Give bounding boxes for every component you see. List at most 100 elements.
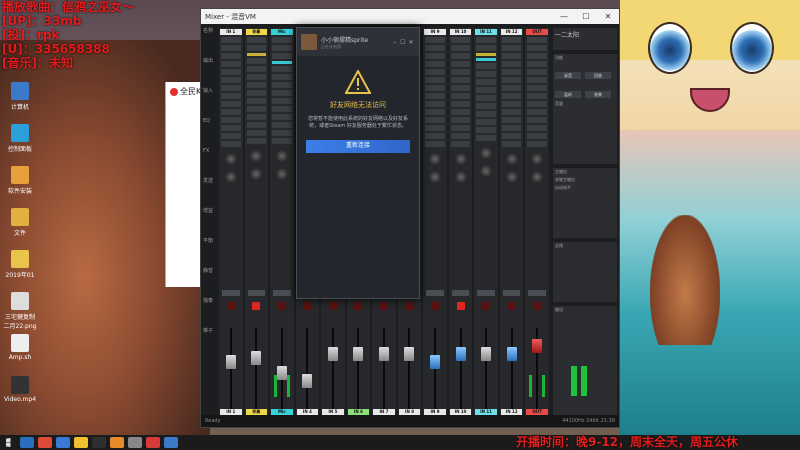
channel-slot[interactable] <box>221 117 241 123</box>
channel-slot[interactable] <box>501 117 522 123</box>
background-window[interactable]: 全民K <box>165 82 205 287</box>
channel-mute-button[interactable] <box>222 290 240 296</box>
channel-knob[interactable] <box>250 168 263 180</box>
taskbar-app-folder-icon[interactable] <box>74 437 88 448</box>
channel-fader[interactable] <box>302 373 313 388</box>
channel-slot[interactable] <box>450 77 471 83</box>
link-master-checkbox[interactable]: 关联主输出 <box>553 176 617 184</box>
channel-slot[interactable] <box>272 74 292 80</box>
taskbar-app-files-icon[interactable] <box>92 437 106 448</box>
channel-slot[interactable] <box>425 61 445 67</box>
maximize-button[interactable]: ☐ <box>575 12 597 21</box>
channel-slot[interactable] <box>246 82 267 88</box>
channel-slot[interactable] <box>450 101 471 107</box>
channel-slot[interactable] <box>425 85 445 91</box>
channel-slot[interactable] <box>246 130 267 136</box>
channel-slot[interactable] <box>272 82 292 88</box>
reconnect-button[interactable]: 重新连接 <box>306 140 410 153</box>
channel-knob[interactable] <box>480 165 493 177</box>
channel-mute-button[interactable] <box>426 290 444 296</box>
channel-mute-button[interactable] <box>528 290 546 296</box>
channel-slot[interactable] <box>476 95 496 101</box>
channel-slot[interactable] <box>476 37 496 43</box>
channel-slot[interactable] <box>501 37 522 43</box>
channel-name-label[interactable]: Mic <box>271 29 293 35</box>
channel-slot[interactable] <box>527 125 547 131</box>
steam-friends-dialog[interactable]: 小小宿摆精sprite 正在计由游 – ☐ ✕ 好友网络无法访问 您将暂不能使用… <box>296 27 420 299</box>
record-button[interactable]: 录音 <box>555 72 581 79</box>
channel-mute-button[interactable] <box>477 290 495 296</box>
channel-fader[interactable] <box>455 347 466 361</box>
channel-slot[interactable] <box>425 141 445 147</box>
channel-slot[interactable] <box>246 58 267 64</box>
channel-knob[interactable] <box>429 171 442 183</box>
channel-slot[interactable] <box>246 53 267 56</box>
channel-name-label[interactable]: IN 11 <box>475 29 497 35</box>
channel-slot[interactable] <box>450 125 471 131</box>
channel-knob[interactable] <box>454 153 467 165</box>
channel-slot[interactable] <box>527 45 547 51</box>
channel-slot[interactable] <box>221 85 241 91</box>
channel-record-button[interactable] <box>431 302 440 310</box>
channel-slot[interactable] <box>221 53 241 59</box>
channel-record-button[interactable] <box>379 302 388 310</box>
channel-slot[interactable] <box>450 93 471 99</box>
channel-record-button[interactable] <box>303 302 312 310</box>
channel-slot[interactable] <box>476 79 496 85</box>
channel-slot[interactable] <box>246 114 267 120</box>
channel-slot[interactable] <box>221 125 241 131</box>
channel-slot[interactable] <box>272 106 292 112</box>
channel-slot[interactable] <box>501 141 522 147</box>
channel-slot[interactable] <box>450 109 471 115</box>
channel-slot[interactable] <box>425 109 445 115</box>
auto-level-checkbox[interactable]: 自动电平 <box>553 184 617 192</box>
taskbar-app-explorer-icon[interactable] <box>20 437 34 448</box>
channel-fader[interactable] <box>251 350 262 365</box>
mixer-titlebar[interactable]: Mixer - 混音VM — ☐ ✕ <box>201 9 619 24</box>
channel-fader[interactable] <box>481 347 492 361</box>
channel-slot[interactable] <box>450 133 471 139</box>
channel-slot[interactable] <box>425 125 445 131</box>
channel-slot[interactable] <box>221 61 241 67</box>
channel-slot[interactable] <box>476 58 496 61</box>
channel-slot[interactable] <box>450 141 471 147</box>
channel-slot[interactable] <box>272 90 292 96</box>
channel-record-button[interactable] <box>507 302 516 310</box>
taskbar-app-steam-icon[interactable] <box>164 437 178 448</box>
channel-fader[interactable] <box>276 366 287 380</box>
channel-slot[interactable] <box>527 69 547 75</box>
start-button[interactable] <box>6 438 11 447</box>
channel-slot[interactable] <box>425 69 445 75</box>
channel-slot[interactable] <box>527 61 547 67</box>
channel-slot[interactable] <box>527 117 547 123</box>
channel-slot[interactable] <box>501 85 522 91</box>
channel-name-label[interactable]: IN 10 <box>449 29 472 35</box>
channel-slot[interactable] <box>425 53 445 59</box>
channel-slot[interactable] <box>425 45 445 51</box>
effect-button[interactable]: 效果 <box>585 91 611 98</box>
channel-record-button[interactable] <box>328 302 337 310</box>
channel-slot[interactable] <box>501 101 522 107</box>
channel-slot[interactable] <box>450 53 471 59</box>
channel-slot[interactable] <box>450 85 471 91</box>
channel-fader[interactable] <box>225 354 236 369</box>
channel-slot[interactable] <box>221 77 241 83</box>
channel-slot[interactable] <box>501 109 522 115</box>
channel-slot[interactable] <box>527 101 547 107</box>
channel-slot[interactable] <box>425 101 445 107</box>
channel-slot[interactable] <box>246 138 267 144</box>
channel-slot[interactable] <box>221 101 241 107</box>
dialog-minimize-icon[interactable]: – <box>391 39 399 46</box>
channel-slot[interactable] <box>501 45 522 51</box>
channel-slot[interactable] <box>246 98 267 104</box>
channel-slot[interactable] <box>476 63 496 69</box>
channel-slot[interactable] <box>246 66 267 72</box>
channel-mute-button[interactable] <box>502 290 521 296</box>
avatar[interactable] <box>301 34 317 50</box>
channel-record-button[interactable] <box>354 302 363 310</box>
channel-slot[interactable] <box>476 127 496 133</box>
channel-knob[interactable] <box>250 150 263 162</box>
taskbar-app-music-icon[interactable] <box>110 437 124 448</box>
channel-mute-button[interactable] <box>451 290 470 296</box>
channel-slot[interactable] <box>272 114 292 120</box>
